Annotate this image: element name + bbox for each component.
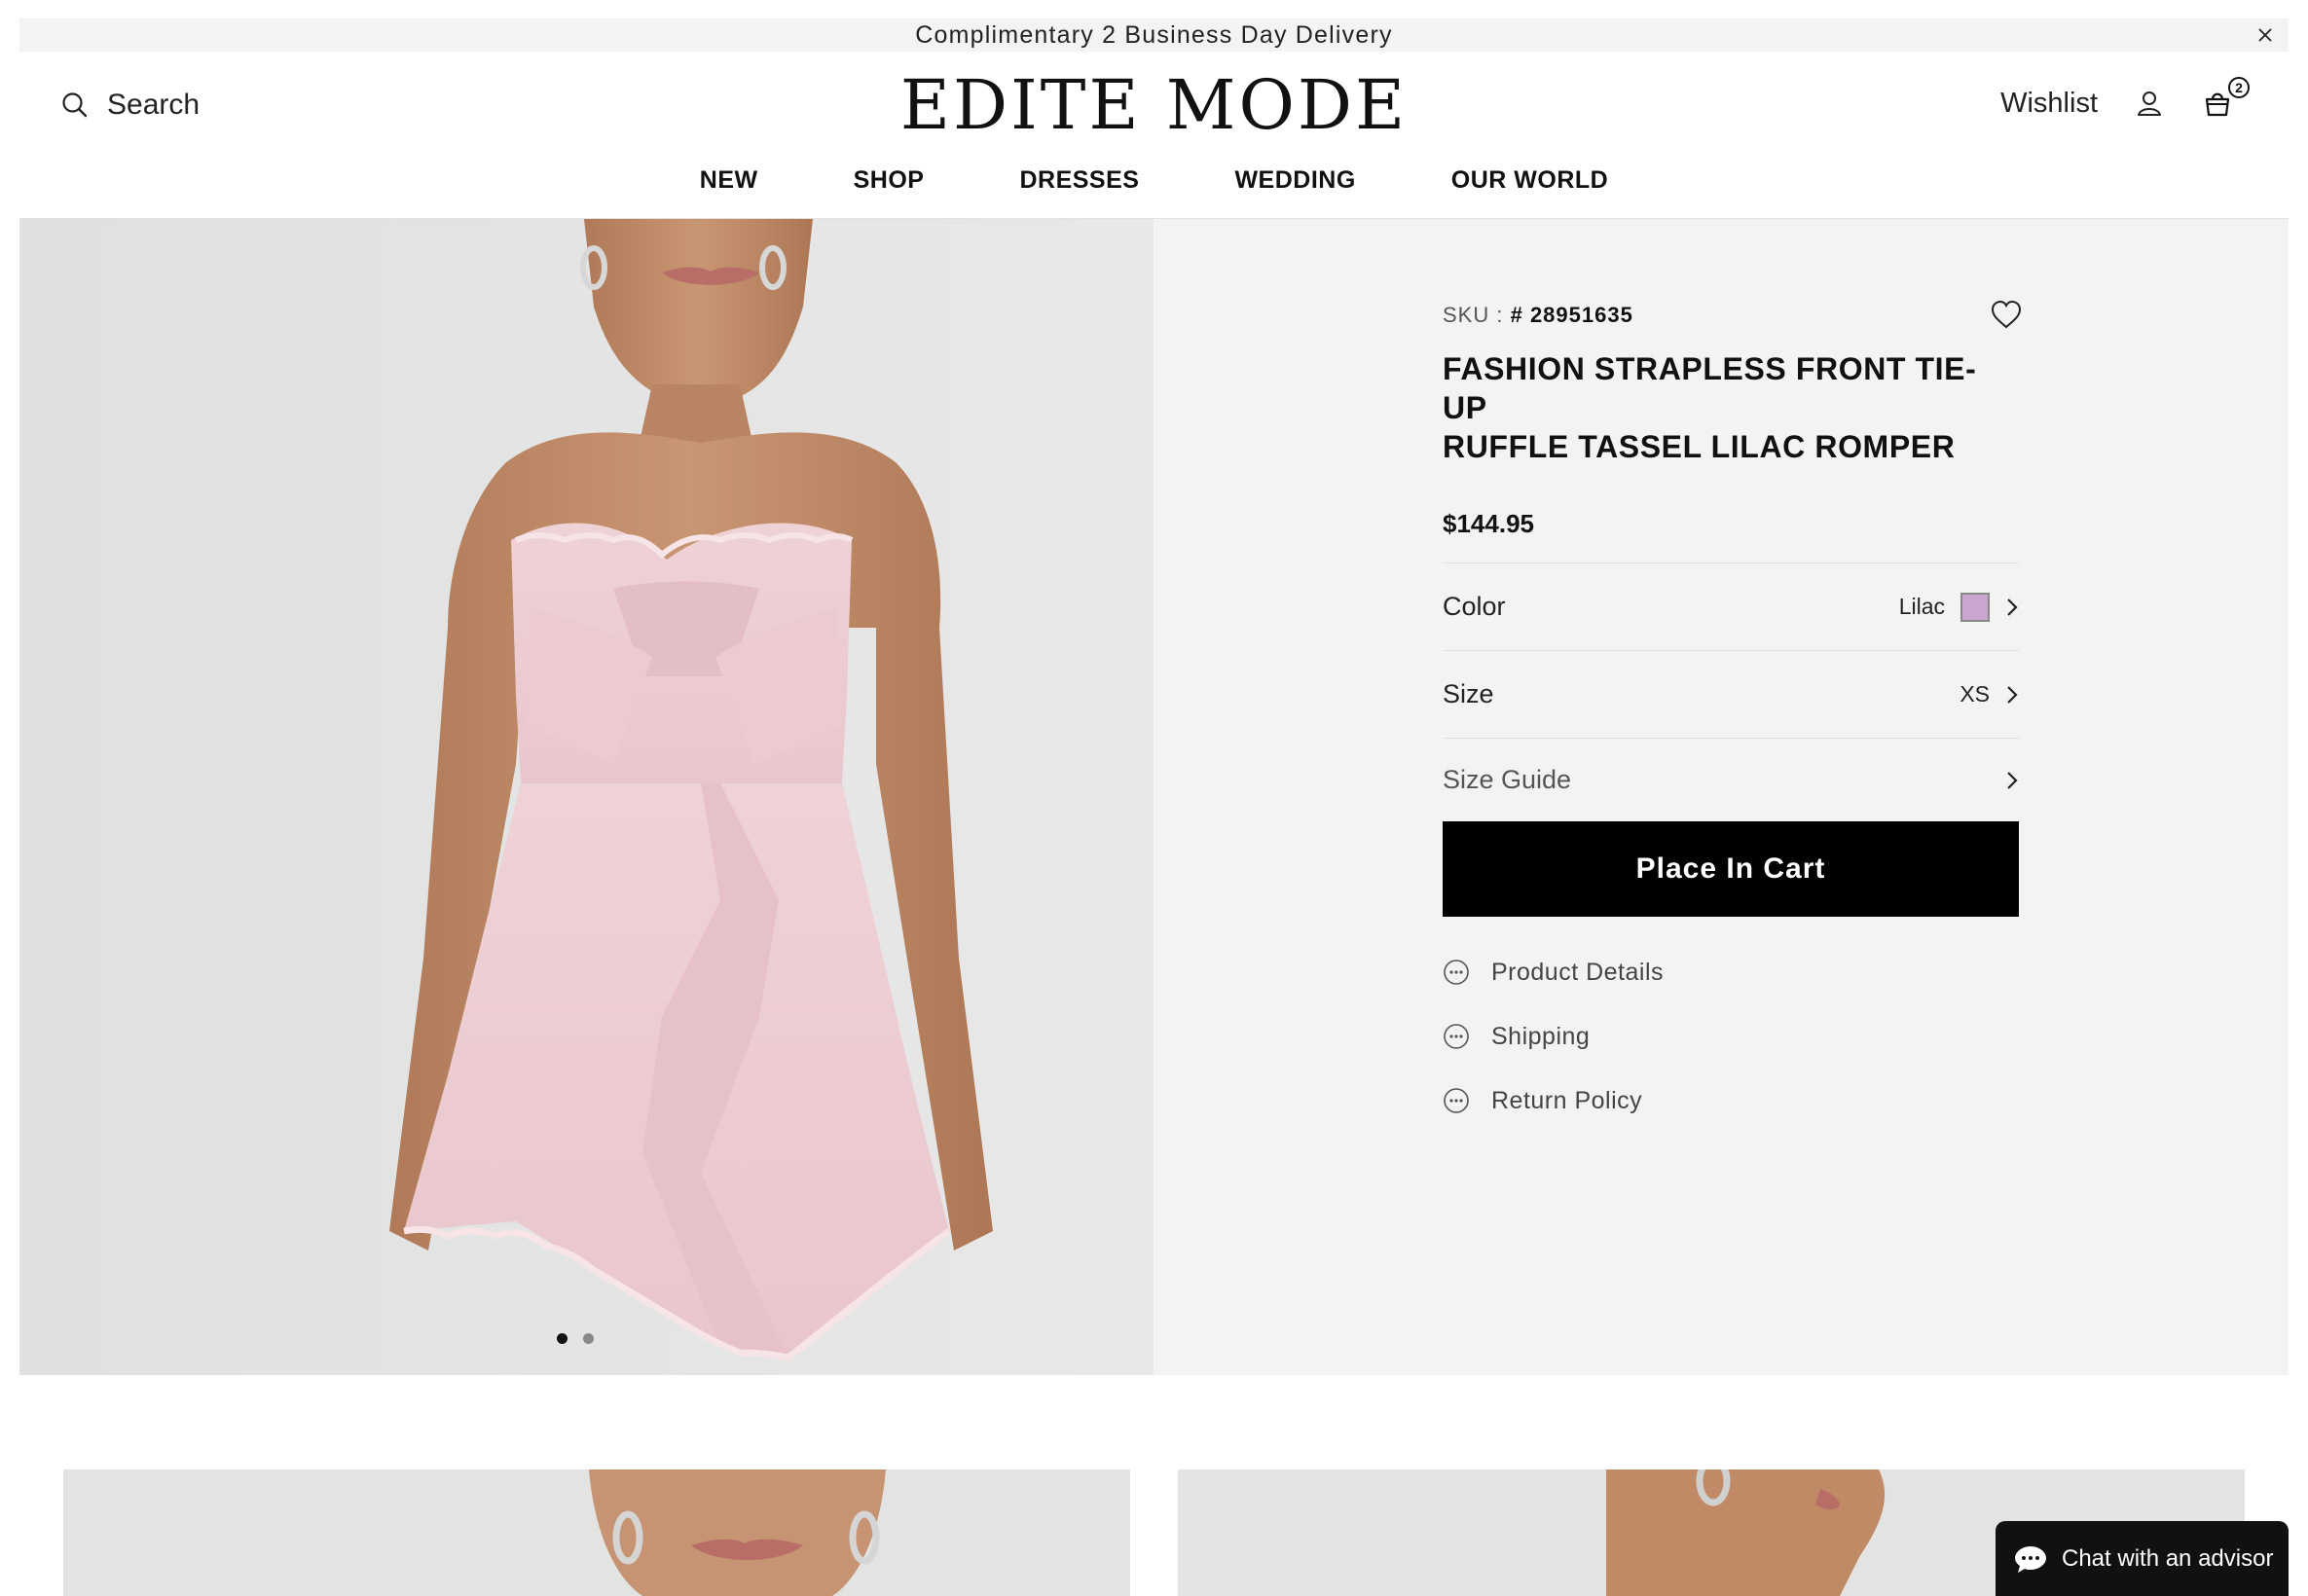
size-value: XS	[1960, 681, 1990, 707]
close-icon[interactable]	[2253, 23, 2277, 47]
sku-value: # 28951635	[1510, 303, 1633, 327]
product-image-gallery[interactable]	[19, 219, 1154, 1375]
color-label: Color	[1443, 592, 1506, 621]
sku: SKU : # 28951635	[1443, 303, 1633, 328]
main-nav: NEW SHOP DRESSES WEDDING OUR WORLD	[19, 166, 2289, 195]
nav-item-wedding[interactable]: WEDDING	[1234, 166, 1355, 195]
gallery-pagination	[557, 1333, 594, 1344]
product-photo-2[interactable]	[63, 1469, 1130, 1596]
nav-item-shop[interactable]: SHOP	[854, 166, 925, 195]
accordion-label: Return Policy	[1491, 1086, 1643, 1114]
nav-item-dresses[interactable]: DRESSES	[1019, 166, 1139, 195]
accordion-return-policy[interactable]: Return Policy	[1443, 1069, 2019, 1133]
announcement-bar: Complimentary 2 Business Day Delivery	[19, 18, 2289, 52]
size-label: Size	[1443, 679, 1494, 708]
wishlist-link[interactable]: Wishlist	[2000, 88, 2098, 120]
product-price: $144.95	[1443, 509, 1534, 538]
product-photo-2-image	[63, 1469, 1130, 1596]
color-selector[interactable]: Color Lilac	[1443, 562, 2019, 650]
user-icon	[2138, 91, 2161, 116]
nav-item-new[interactable]: NEW	[700, 166, 758, 195]
account-button[interactable]	[2133, 87, 2166, 120]
gallery-dot-2[interactable]	[583, 1333, 594, 1344]
gallery-dot-1[interactable]	[557, 1333, 568, 1344]
product-photo	[19, 219, 1154, 1375]
chevron-right-icon	[2007, 598, 2018, 616]
cart-count-badge: 2	[2228, 77, 2250, 98]
product-title: FASHION STRAPLESS FRONT TIE-UP RUFFLE TA…	[1443, 349, 2019, 466]
nav-item-our-world[interactable]: OUR WORLD	[1451, 166, 1608, 195]
product-title-line-2: RUFFLE TASSEL LILAC ROMPER	[1443, 429, 1956, 464]
accordion-label: Shipping	[1491, 1022, 1591, 1050]
size-guide-label: Size Guide	[1443, 765, 1572, 794]
chevron-right-icon	[2007, 685, 2018, 704]
accordion-shipping[interactable]: Shipping	[1443, 1004, 2019, 1069]
more-dots-icon	[1444, 1088, 1469, 1113]
chat-bubble-icon	[2015, 1545, 2046, 1573]
shopping-bag-icon	[2205, 92, 2230, 117]
chevron-right-icon	[2007, 771, 2018, 789]
accordion-label: Product Details	[1491, 958, 1665, 986]
site-logo[interactable]: EDITE MODE	[19, 65, 2289, 145]
cart-button[interactable]: 2	[2201, 77, 2250, 120]
product-title-line-1: FASHION STRAPLESS FRONT TIE-UP	[1443, 351, 1977, 425]
heart-icon[interactable]	[1990, 299, 2023, 332]
sku-label: SKU :	[1443, 303, 1504, 327]
add-to-cart-button[interactable]: Place In Cart	[1443, 821, 2019, 917]
product-info-panel: SKU : # 28951635 FASHION STRAPLESS FRONT…	[1154, 219, 2289, 1375]
color-swatch	[1960, 592, 1990, 622]
size-guide-link[interactable]: Size Guide	[1443, 738, 2019, 821]
color-value: Lilac	[1898, 594, 1945, 619]
chat-label: Chat with an advisor	[2062, 1544, 2274, 1572]
size-selector[interactable]: Size XS	[1443, 650, 2019, 738]
more-dots-icon	[1444, 1024, 1469, 1049]
accordion-product-details[interactable]: Product Details	[1443, 940, 2019, 1004]
more-dots-icon	[1444, 960, 1469, 985]
chat-with-advisor-button[interactable]: Chat with an advisor	[1996, 1521, 2289, 1596]
announcement-text: Complimentary 2 Business Day Delivery	[915, 20, 1393, 49]
site-header: Search EDITE MODE Wishlist 2 NEW SHOP DR…	[19, 52, 2289, 217]
